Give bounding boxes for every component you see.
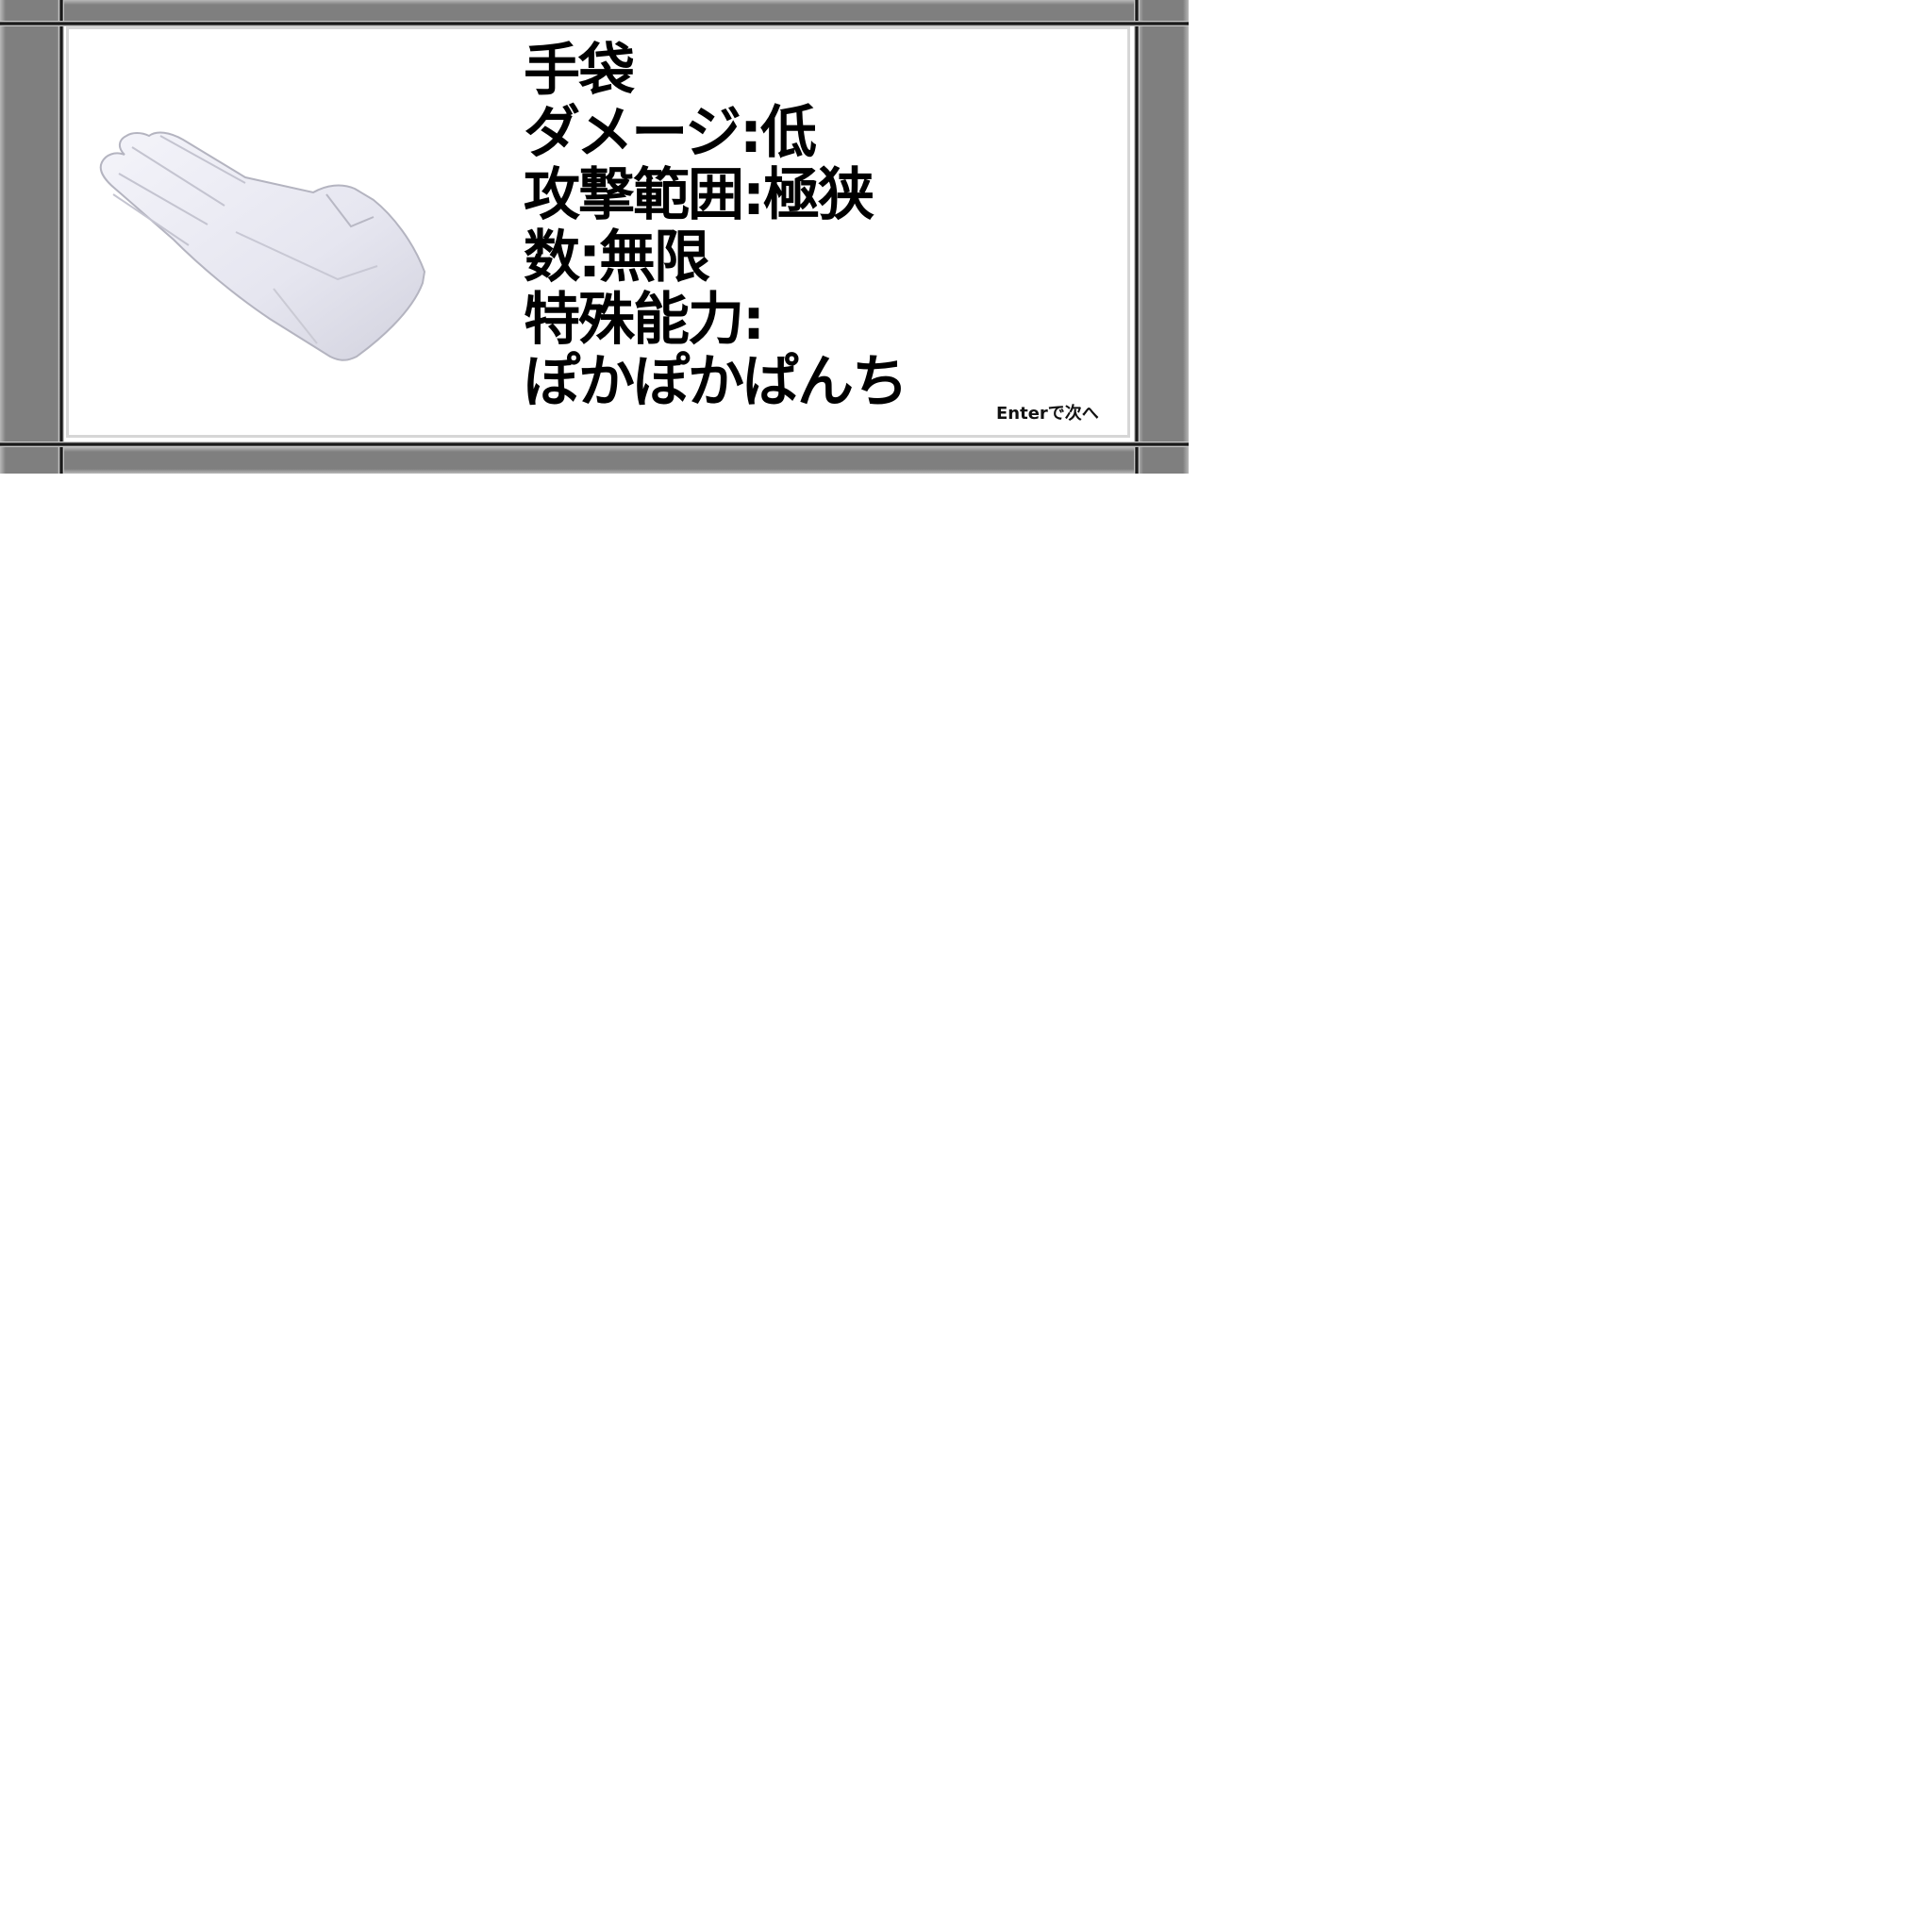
weapon-info-panel: 手袋 ダメージ:低 攻撃範囲:極狭 数:無限 特殊能力: ぽかぽかぱんち Ent…	[0, 0, 1189, 474]
weapon-name: 手袋	[524, 38, 635, 104]
damage-stat: ダメージ:低	[524, 100, 817, 166]
frame-divider	[0, 441, 1189, 447]
frame-divider	[58, 0, 64, 474]
white-glove-icon	[99, 131, 426, 361]
next-prompt[interactable]: Enterで次へ	[996, 400, 1099, 425]
weapon-stats: 手袋 ダメージ:低 攻撃範囲:極狭 数:無限 特殊能力: ぽかぽかぱんち	[524, 38, 908, 415]
count-stat: 数:無限	[524, 225, 710, 291]
frame-divider	[1134, 0, 1140, 474]
frame-right-bar	[1138, 0, 1189, 474]
frame-bottom-bar	[0, 447, 1189, 474]
range-stat: 攻撃範囲:極狭	[524, 162, 874, 228]
frame-left-bar	[0, 0, 62, 474]
special-ability-label: 特殊能力:	[524, 287, 765, 353]
special-ability-value: ぽかぽかぱんち	[524, 349, 908, 415]
